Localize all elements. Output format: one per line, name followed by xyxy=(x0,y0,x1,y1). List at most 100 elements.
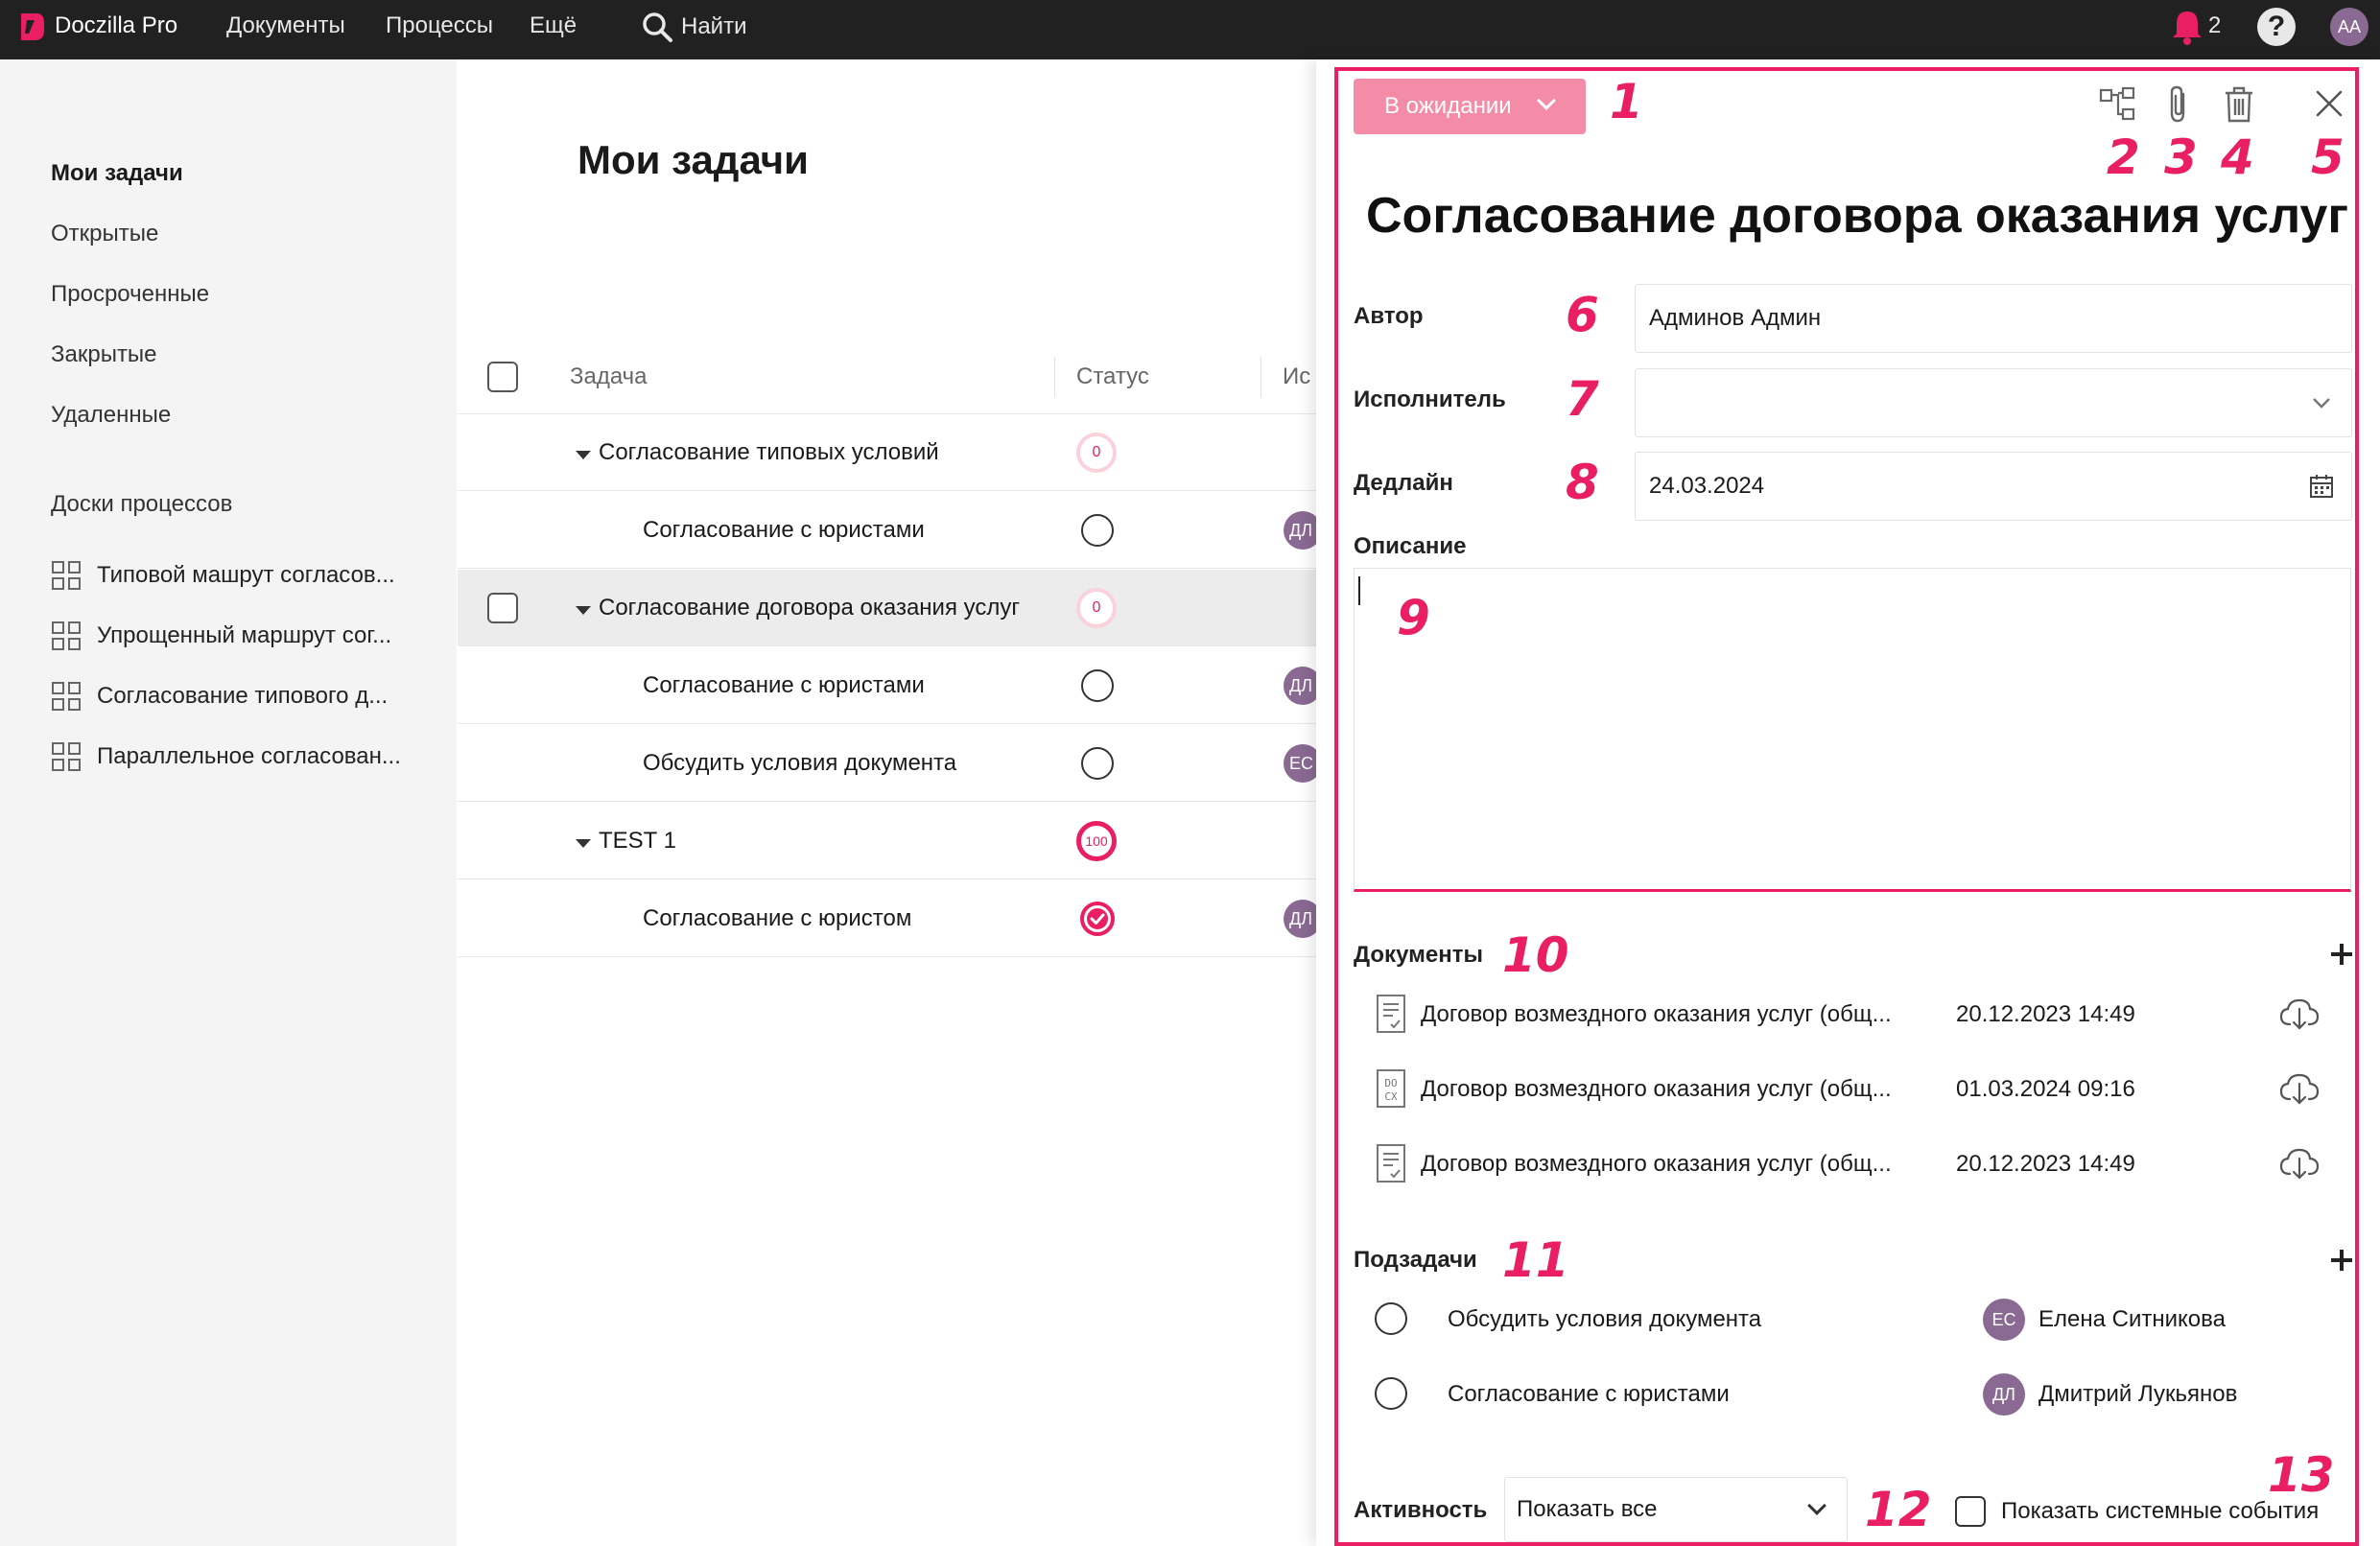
document-date: 01.03.2024 09:16 xyxy=(1956,1076,2135,1102)
svg-text:DO: DO xyxy=(1384,1077,1397,1089)
task-name[interactable]: Согласование с юристами xyxy=(643,670,925,701)
svg-text:CX: CX xyxy=(1384,1090,1398,1103)
collapse-caret-icon[interactable] xyxy=(576,451,591,459)
table-row[interactable]: Согласование типовых условий 0 xyxy=(458,414,1316,491)
board-item-3[interactable]: Согласование типового д... xyxy=(51,679,388,714)
bell-icon[interactable] xyxy=(2170,8,2204,46)
author-value: Админов Админ xyxy=(1649,305,1822,331)
subtask-user: Дмитрий Лукьянов xyxy=(2038,1381,2238,1407)
documents-label: Документы xyxy=(1354,942,1483,968)
status-circle-icon[interactable] xyxy=(1081,514,1114,547)
table-row[interactable]: Согласование с юристом ДЛ xyxy=(458,880,1322,957)
status-done-check-icon[interactable] xyxy=(1079,901,1116,937)
subtask-avatar: ЕС xyxy=(1983,1299,2025,1341)
subtask-status-circle-icon[interactable] xyxy=(1375,1302,1407,1335)
deadline-field[interactable]: 24.03.2024 xyxy=(1635,452,2352,521)
nav-documents[interactable]: Документы xyxy=(226,12,345,40)
table-row[interactable]: TEST 1 100 xyxy=(458,803,1316,879)
subtask-name[interactable]: Согласование с юристами xyxy=(1448,1379,1730,1410)
board-item-2[interactable]: Упрощенный маршрут сог... xyxy=(51,619,391,653)
task-name[interactable]: Согласование договора оказания услуг xyxy=(599,593,1020,623)
add-subtask-icon[interactable] xyxy=(2327,1246,2356,1275)
assignee-label: Исполнитель xyxy=(1354,386,1506,412)
document-name[interactable]: Договор возмездного оказания услуг (общ.… xyxy=(1421,999,1892,1030)
subtask-status-circle-icon[interactable] xyxy=(1375,1377,1407,1410)
notification-count: 2 xyxy=(2208,12,2222,38)
column-separator xyxy=(1054,357,1055,397)
document-date: 20.12.2023 14:49 xyxy=(1956,1001,2135,1027)
document-item[interactable]: DO CX Договор возмездного оказания услуг… xyxy=(1354,1061,2351,1118)
nav-processes[interactable]: Процессы xyxy=(386,12,493,40)
document-date: 20.12.2023 14:49 xyxy=(1956,1151,2135,1177)
doczilla-logo-icon[interactable] xyxy=(17,12,46,42)
task-name[interactable]: Согласование типовых условий xyxy=(599,437,939,468)
paperclip-icon[interactable] xyxy=(2158,82,2201,127)
add-document-icon[interactable] xyxy=(2327,940,2356,969)
activity-label: Активность xyxy=(1354,1497,1488,1523)
search-button[interactable]: Найти xyxy=(641,8,746,46)
trash-icon[interactable] xyxy=(2218,82,2260,127)
task-name[interactable]: TEST 1 xyxy=(599,826,676,856)
table-row[interactable]: Обсудить условия документа ЕС xyxy=(458,725,1322,802)
sidebar-item-closed[interactable]: Закрытые xyxy=(51,340,157,369)
sidebar-item-overdue[interactable]: Просроченные xyxy=(51,280,209,309)
task-name[interactable]: Согласование с юристами xyxy=(643,515,925,546)
system-events-label[interactable]: Показать системные события xyxy=(2001,1496,2319,1527)
subtask-item[interactable]: Согласование с юристами ДЛ Дмитрий Лукья… xyxy=(1354,1366,2351,1423)
document-check-icon xyxy=(1377,995,1405,1033)
chevron-down-icon xyxy=(2313,398,2330,409)
sidebar-item-my-tasks[interactable]: Мои задачи xyxy=(51,159,183,188)
task-title[interactable]: Согласование договора оказания услуг xyxy=(1366,182,2348,249)
row-checkbox[interactable] xyxy=(487,593,518,623)
description-textarea[interactable] xyxy=(1354,568,2351,892)
document-name[interactable]: Договор возмездного оказания услуг (общ.… xyxy=(1421,1149,1892,1180)
task-name[interactable]: Обсудить условия документа xyxy=(643,748,956,779)
subtask-item[interactable]: Обсудить условия документа ЕС Елена Ситн… xyxy=(1354,1291,2351,1348)
author-label: Автор xyxy=(1354,303,1424,329)
hierarchy-icon[interactable] xyxy=(2097,82,2139,127)
user-avatar[interactable]: AA xyxy=(2330,8,2368,46)
nav-more[interactable]: Ещё xyxy=(530,12,577,40)
collapse-caret-icon[interactable] xyxy=(576,839,591,848)
sidebar-item-deleted[interactable]: Удаленные xyxy=(51,401,171,430)
cloud-download-icon[interactable] xyxy=(2278,1145,2321,1182)
subtask-name[interactable]: Обсудить условия документа xyxy=(1448,1304,1761,1335)
status-dropdown-button[interactable]: В ожидании xyxy=(1354,79,1586,134)
activity-filter-select[interactable]: Показать все xyxy=(1504,1477,1848,1542)
board-item-4[interactable]: Параллельное согласован... xyxy=(51,739,401,774)
assignee-select[interactable] xyxy=(1635,368,2352,437)
document-check-icon xyxy=(1377,1144,1405,1183)
select-all-checkbox[interactable] xyxy=(487,362,518,392)
table-row-selected[interactable]: Согласование договора оказания услуг 0 xyxy=(458,570,1316,646)
cloud-download-icon[interactable] xyxy=(2278,996,2321,1032)
subtask-avatar: ДЛ xyxy=(1983,1373,2025,1416)
close-icon[interactable] xyxy=(2308,82,2350,127)
search-icon xyxy=(643,12,672,42)
progress-ring: 100 xyxy=(1076,821,1117,861)
task-name[interactable]: Согласование с юристом xyxy=(643,903,911,934)
cloud-download-icon[interactable] xyxy=(2278,1070,2321,1107)
document-item[interactable]: Договор возмездного оказания услуг (общ.… xyxy=(1354,986,2351,1043)
author-field[interactable]: Админов Админ xyxy=(1635,284,2352,353)
column-header-assignee[interactable]: Ис xyxy=(1283,363,1310,391)
document-name[interactable]: Договор возмездного оказания услуг (общ.… xyxy=(1421,1074,1892,1105)
page-title: Мои задачи xyxy=(577,137,809,182)
board-item-1[interactable]: Типовой машрут согласов... xyxy=(51,558,395,593)
calendar-icon[interactable] xyxy=(2307,472,2336,501)
column-header-task[interactable]: Задача xyxy=(570,363,648,391)
board-grid-icon xyxy=(52,742,81,771)
board-label: Упрощенный маршрут сог... xyxy=(97,622,392,648)
progress-ring: 0 xyxy=(1076,433,1117,473)
system-events-checkbox[interactable] xyxy=(1955,1496,1986,1527)
sidebar-item-open[interactable]: Открытые xyxy=(51,220,158,248)
status-circle-icon[interactable] xyxy=(1081,669,1114,702)
status-circle-icon[interactable] xyxy=(1081,747,1114,780)
document-item[interactable]: Договор возмездного оказания услуг (общ.… xyxy=(1354,1136,2351,1193)
text-cursor xyxy=(1358,576,1360,605)
table-row[interactable]: Согласование с юристами ДЛ xyxy=(458,647,1322,724)
column-header-status[interactable]: Статус xyxy=(1076,363,1149,391)
help-icon[interactable]: ? xyxy=(2257,8,2296,46)
collapse-caret-icon[interactable] xyxy=(576,606,591,615)
table-row[interactable]: Согласование с юристами ДЛ xyxy=(458,492,1322,569)
board-grid-icon xyxy=(52,682,81,711)
